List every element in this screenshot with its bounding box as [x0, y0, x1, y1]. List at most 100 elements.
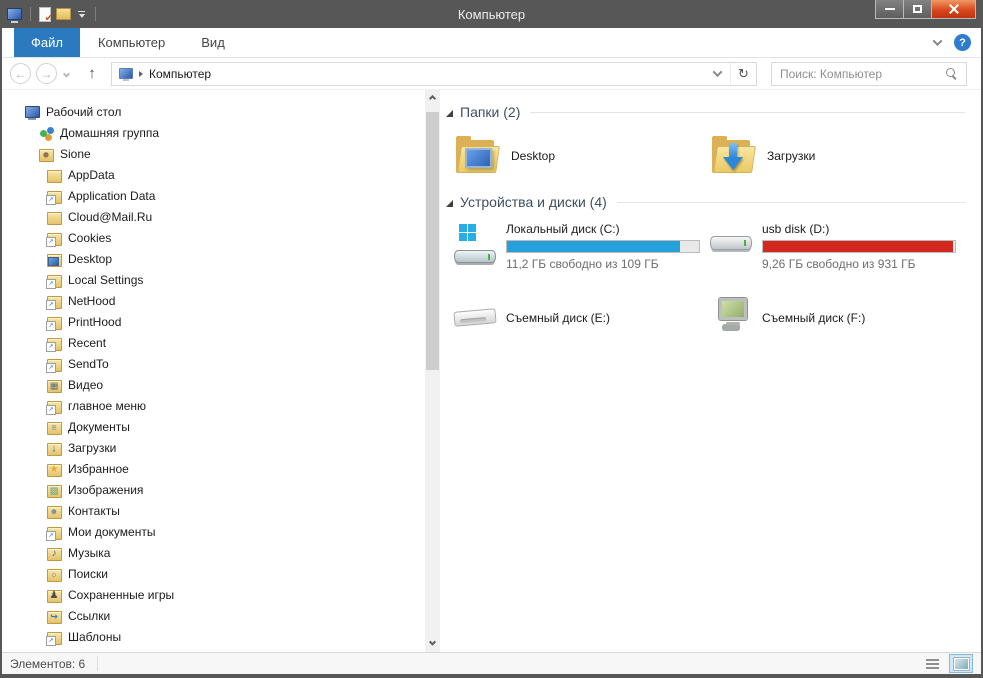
tree-item[interactable]: Cloud@Mail.Ru: [2, 206, 425, 227]
maximize-button[interactable]: [903, 0, 932, 19]
saved-games-folder-icon: [46, 587, 62, 603]
scroll-up-button[interactable]: [425, 90, 440, 107]
drive-name: usb disk (D:): [762, 222, 956, 237]
dropdown-arrow-icon[interactable]: [76, 11, 87, 18]
view-details-button[interactable]: [920, 654, 944, 673]
window-title: Компьютер: [0, 7, 983, 22]
computer-icon[interactable]: [7, 8, 22, 20]
search-icon[interactable]: [946, 68, 958, 80]
status-bar: Элементов: 6: [2, 652, 981, 674]
tree-item[interactable]: Сохраненные игры: [2, 584, 425, 605]
tree-item[interactable]: Домашняя группа: [2, 122, 425, 143]
tree-item-label: Recent: [68, 336, 106, 350]
music-folder-icon: [46, 545, 62, 561]
up-button[interactable]: [81, 63, 103, 85]
tree-item[interactable]: Видео: [2, 374, 425, 395]
drive-item[interactable]: Съемный диск (E:): [454, 294, 710, 342]
tree-item[interactable]: Application Data: [2, 185, 425, 206]
breadcrumb[interactable]: Компьютер: [112, 63, 704, 85]
breadcrumb-separator-icon[interactable]: [139, 71, 143, 77]
search-box[interactable]: [771, 62, 967, 86]
tree-item-label: Sione: [60, 147, 91, 161]
drive-item[interactable]: Съемный диск (F:): [710, 294, 966, 342]
tree-item[interactable]: Музыка: [2, 542, 425, 563]
tree-item-label: Рабочий стол: [46, 105, 121, 119]
forward-button[interactable]: [36, 63, 57, 84]
drive-item[interactable]: usb disk (D:) 9,26 ГБ свободно из 931 ГБ: [710, 222, 966, 270]
tab-view[interactable]: Вид: [183, 28, 243, 57]
downloads-folder-icon: [46, 440, 62, 456]
address-dropdown-button[interactable]: [704, 63, 730, 85]
folder-tile[interactable]: Загрузки: [710, 128, 966, 184]
folder-tile[interactable]: Desktop: [454, 128, 710, 184]
tree-item[interactable]: Recent: [2, 332, 425, 353]
tree-item-label: Local Settings: [68, 273, 143, 287]
address-bar[interactable]: Компьютер: [111, 62, 757, 86]
tree-item[interactable]: Избранное: [2, 458, 425, 479]
view-thumbnails-button[interactable]: [949, 654, 973, 673]
tree-item[interactable]: Изображения: [2, 479, 425, 500]
breadcrumb-item[interactable]: Компьютер: [149, 67, 211, 81]
usb-drive-icon: [710, 224, 756, 266]
tree-item[interactable]: Шаблоны: [2, 626, 425, 647]
new-folder-icon[interactable]: [56, 8, 71, 20]
tree-item[interactable]: Рабочий стол: [2, 101, 425, 122]
tree-item-label: главное меню: [68, 399, 146, 413]
tree-item[interactable]: Документы: [2, 416, 425, 437]
drive-name: Локальный диск (C:): [506, 222, 700, 237]
video-folder-icon: [46, 377, 62, 393]
tree-scrollbar[interactable]: [425, 90, 440, 652]
drive-item[interactable]: Локальный диск (C:) 11,2 ГБ свободно из …: [454, 222, 710, 270]
tree-item-label: Поиски: [68, 567, 108, 581]
tree-item-label: SendTo: [68, 357, 109, 371]
content-pane: Папки (2) Desktop Загрузки Устройст: [440, 90, 981, 652]
scroll-down-button[interactable]: [425, 635, 440, 652]
drive-free-space: 11,2 ГБ свободно из 109 ГБ: [506, 257, 700, 271]
group-header-folders[interactable]: Папки (2): [446, 102, 965, 122]
tree-item-label: Desktop: [68, 252, 112, 266]
help-icon[interactable]: ?: [954, 34, 971, 51]
searches-folder-icon: [46, 566, 62, 582]
links-folder-icon: [46, 608, 62, 624]
group-expand-icon[interactable]: [446, 200, 453, 207]
close-button[interactable]: [931, 0, 976, 19]
tree-item[interactable]: NetHood: [2, 290, 425, 311]
tree-item[interactable]: Ссылки: [2, 605, 425, 626]
search-input[interactable]: [780, 67, 946, 81]
properties-icon[interactable]: [39, 7, 51, 22]
tree-item[interactable]: Поиски: [2, 563, 425, 584]
drive-name: Съемный диск (E:): [506, 311, 700, 326]
minimize-icon: [885, 8, 895, 10]
tree-item[interactable]: Sione: [2, 143, 425, 164]
navigation-pane: Рабочий стол Домашняя группа Sione AppDa…: [2, 90, 425, 652]
tree-item[interactable]: главное меню: [2, 395, 425, 416]
back-button[interactable]: [10, 63, 31, 84]
title-bar: Компьютер: [0, 0, 983, 28]
tree-item[interactable]: Local Settings: [2, 269, 425, 290]
tree-item[interactable]: PrintHood: [2, 311, 425, 332]
toolbar-separator: [30, 7, 31, 21]
address-row: Компьютер: [2, 58, 981, 90]
scrollbar-thumb[interactable]: [426, 112, 439, 370]
tree-item[interactable]: Мои документы: [2, 521, 425, 542]
tree-item[interactable]: Контакты: [2, 500, 425, 521]
tree-item[interactable]: SendTo: [2, 353, 425, 374]
group-expand-icon[interactable]: [446, 110, 453, 117]
items-count: Элементов: 6: [10, 657, 85, 671]
tab-file[interactable]: Файл: [14, 28, 80, 57]
refresh-button[interactable]: [730, 63, 756, 85]
tab-computer[interactable]: Компьютер: [80, 28, 183, 57]
recent-pages-dropdown[interactable]: [64, 67, 69, 81]
homegroup-icon: [38, 125, 54, 141]
tree-item[interactable]: Загрузки: [2, 437, 425, 458]
drives-grid: Локальный диск (C:) 11,2 ГБ свободно из …: [454, 222, 965, 342]
tree-item[interactable]: Desktop: [2, 248, 425, 269]
pictures-folder-icon: [46, 482, 62, 498]
close-icon: [949, 4, 959, 14]
chevron-down-icon[interactable]: [933, 36, 943, 46]
capacity-bar: [762, 240, 956, 253]
minimize-button[interactable]: [875, 0, 904, 19]
group-header-drives[interactable]: Устройства и диски (4): [446, 192, 965, 212]
tree-item[interactable]: Cookies: [2, 227, 425, 248]
tree-item[interactable]: AppData: [2, 164, 425, 185]
